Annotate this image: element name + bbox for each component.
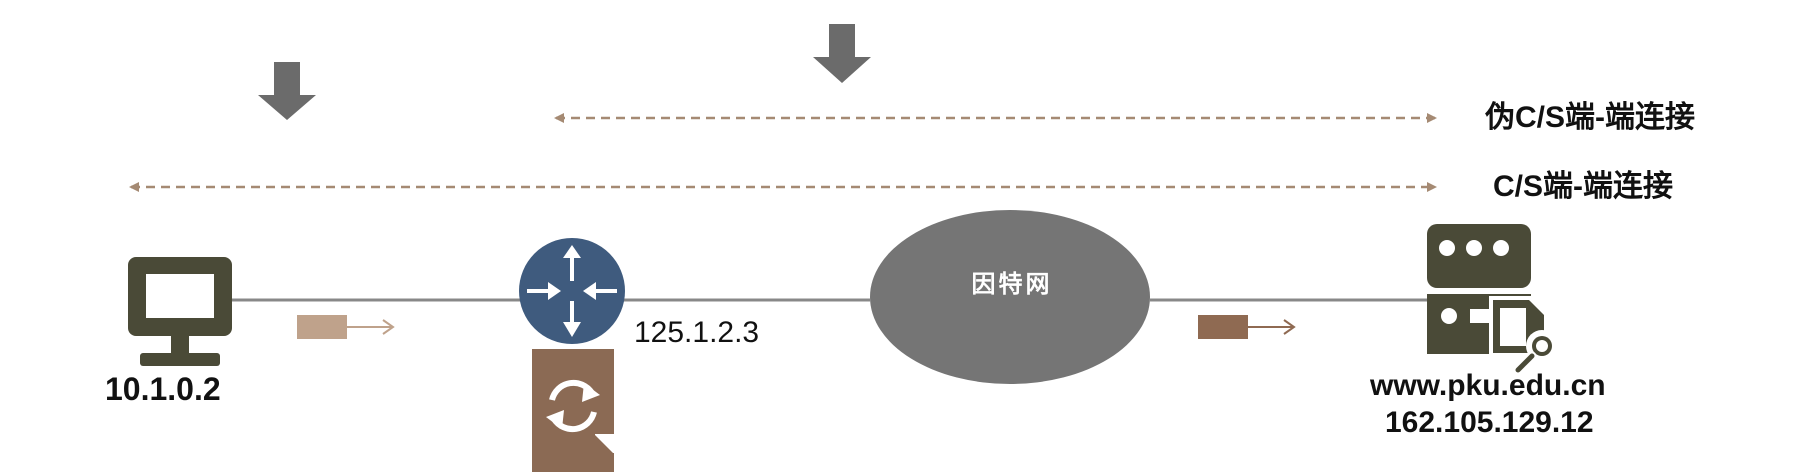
internet-label: 因特网 xyxy=(972,270,1053,298)
down-arrow-icon xyxy=(813,24,871,83)
pseudo-cs-connection-label: 伪C/S端-端连接 xyxy=(1485,101,1695,134)
nat-refresh-doc-icon xyxy=(532,349,614,472)
server-domain-label: www.pku.edu.cn xyxy=(1369,369,1606,402)
packet-left xyxy=(297,315,395,339)
router-icon xyxy=(519,238,625,344)
down-arrow-icon xyxy=(258,62,316,120)
server-search-icon xyxy=(1427,224,1558,376)
network-diagram: 伪C/S端-端连接 C/S端-端连接 10.1.0.2 125.1.2.3 因特… xyxy=(105,24,1695,472)
cs-connection-label: C/S端-端连接 xyxy=(1493,170,1673,203)
packet-right xyxy=(1198,315,1296,339)
monitor-icon xyxy=(128,257,232,366)
router-ip-label: 125.1.2.3 xyxy=(634,316,759,349)
client-ip-label: 10.1.0.2 xyxy=(105,371,221,407)
server-ip-label: 162.105.129.12 xyxy=(1385,406,1594,439)
